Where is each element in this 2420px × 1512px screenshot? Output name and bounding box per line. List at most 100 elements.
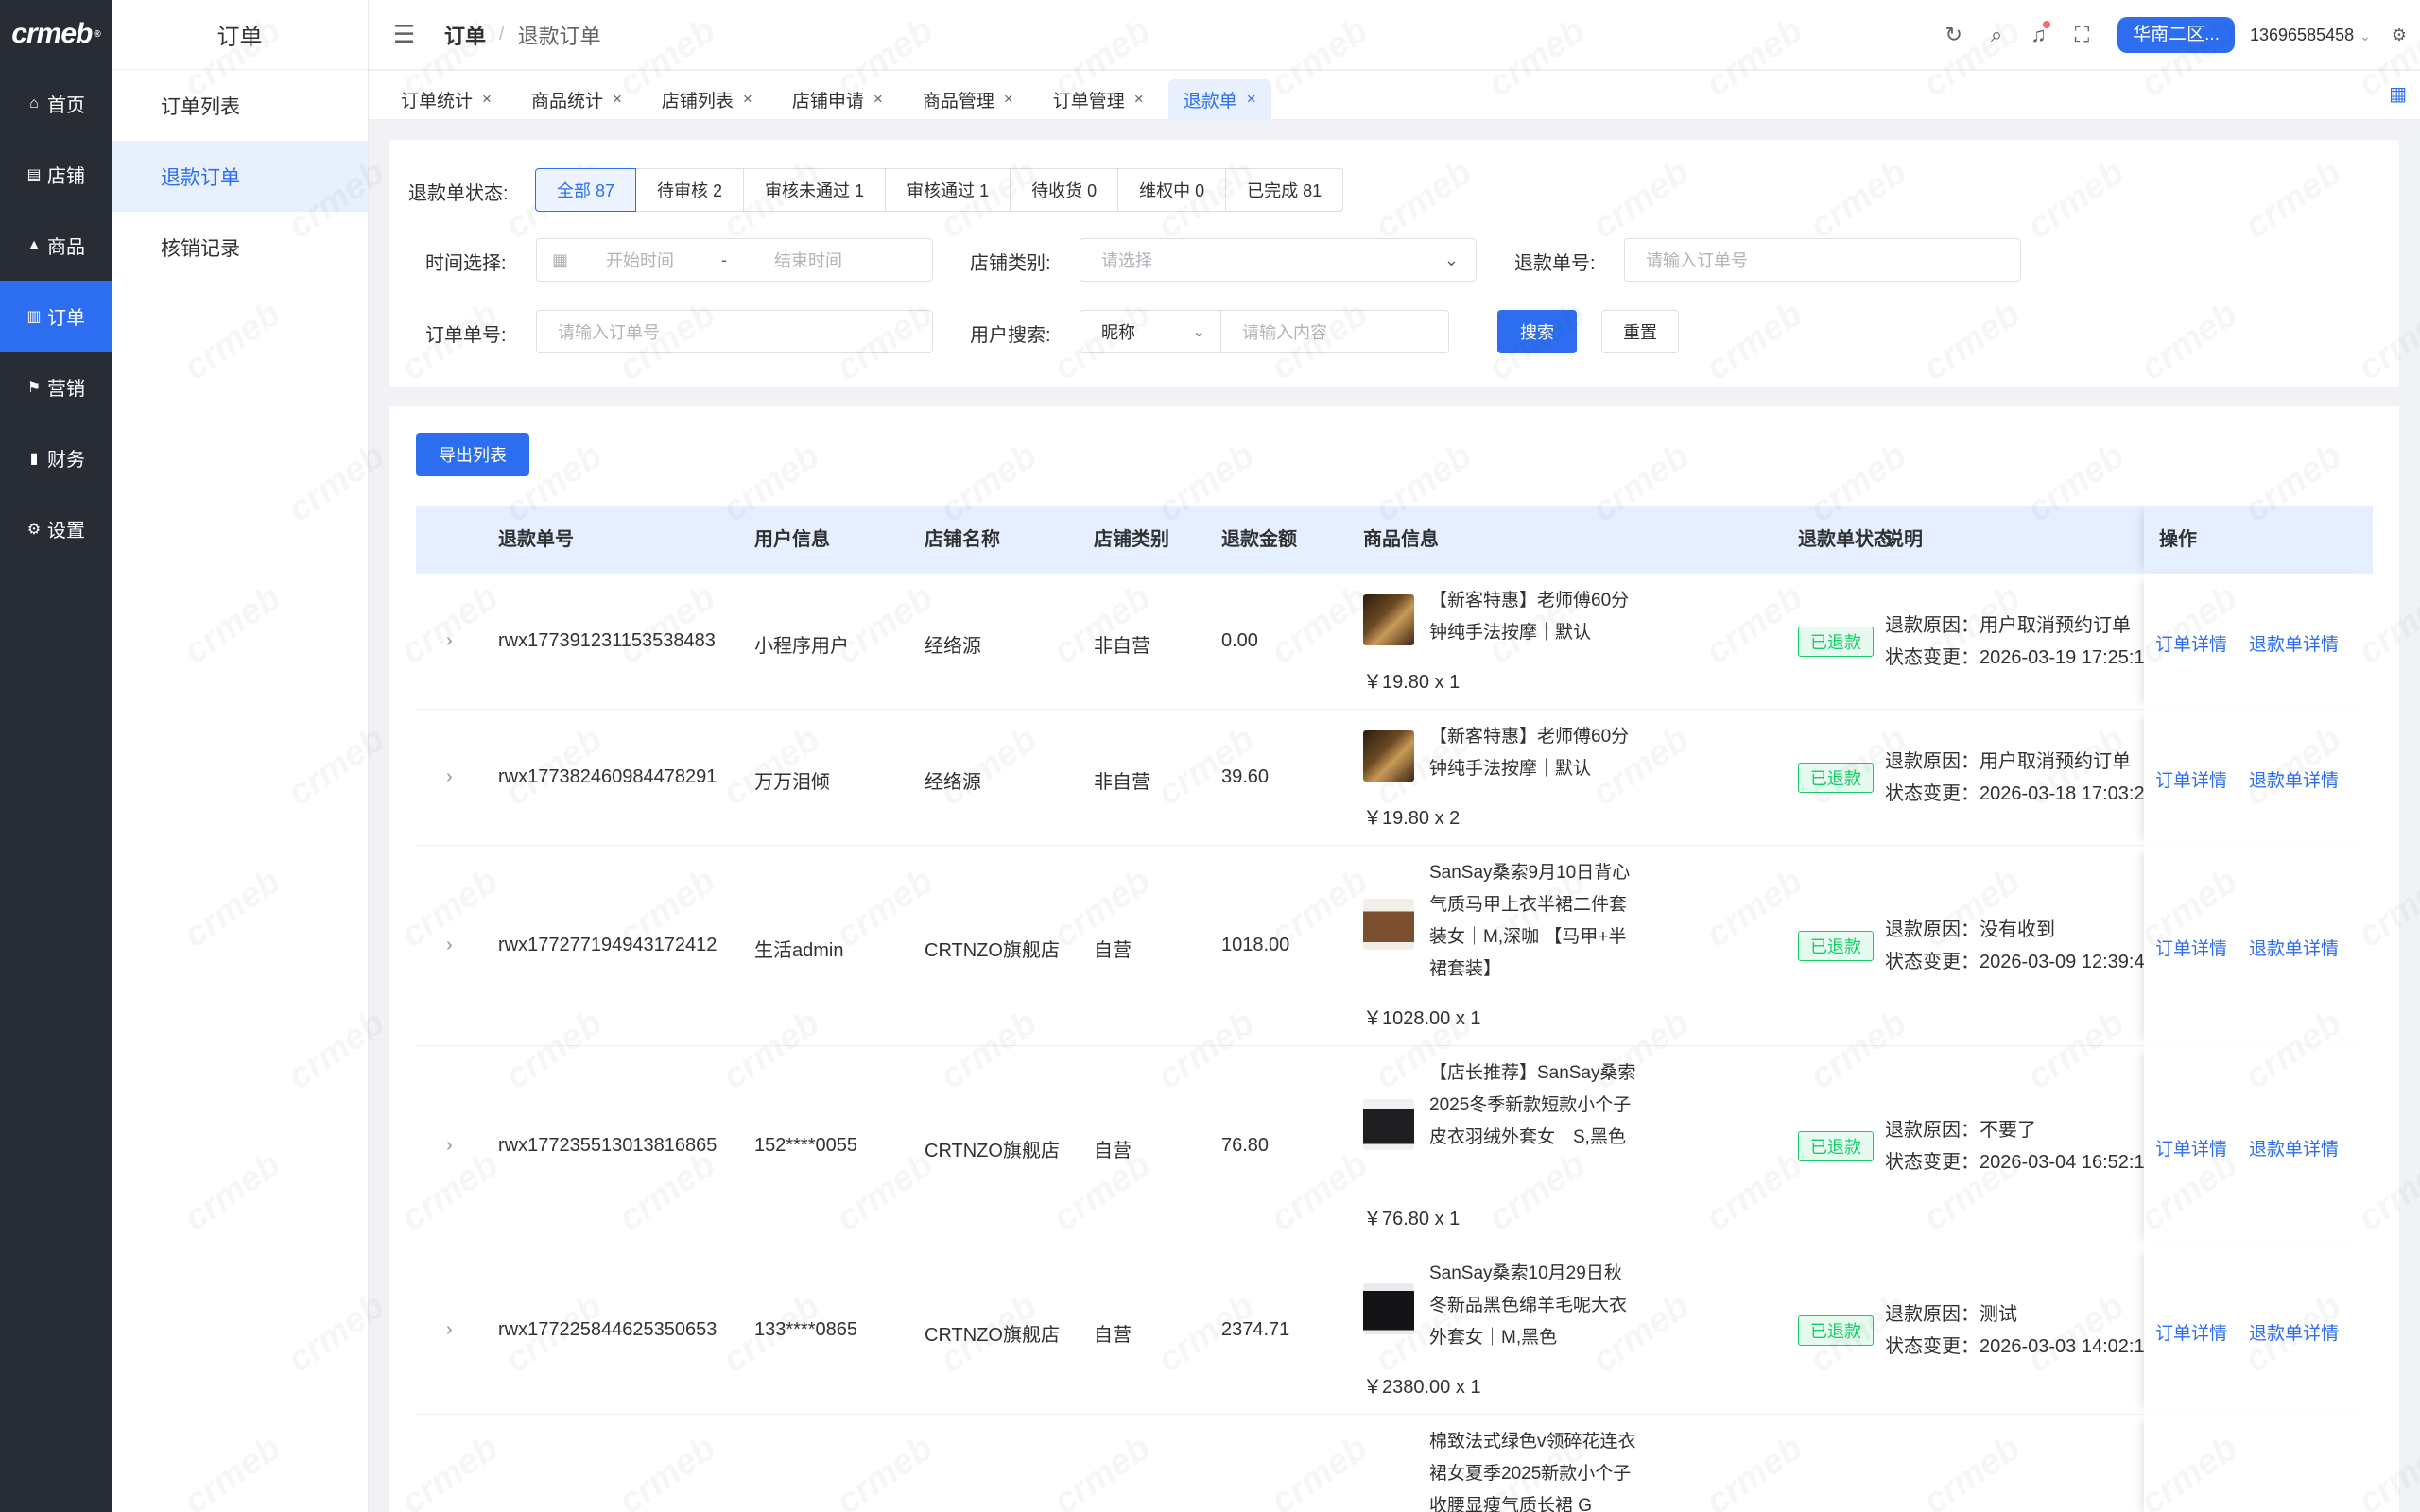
order-detail-link[interactable]: 订单详情 bbox=[2155, 1135, 2227, 1160]
submenu-item-0[interactable]: 订单列表 bbox=[112, 70, 368, 141]
shop-type-placeholder: 请选择 bbox=[1101, 251, 1152, 270]
user-account-menu[interactable]: 13696585458 ⌄ bbox=[2250, 26, 2371, 45]
search-icon[interactable]: ⌕ bbox=[1991, 23, 2002, 47]
close-icon[interactable]: × bbox=[1134, 90, 1144, 109]
shop-type-label: 店铺类别: bbox=[970, 253, 1051, 274]
status-option-6[interactable]: 已完成 81 bbox=[1225, 168, 1344, 212]
user-search-type-select[interactable]: 昵称 ⌄ bbox=[1080, 310, 1221, 353]
status-option-2[interactable]: 审核未通过 1 bbox=[743, 168, 887, 212]
col-ops: 操作 bbox=[2159, 529, 2197, 550]
tab-5[interactable]: 订单管理 × bbox=[1038, 79, 1159, 119]
refund-detail-link[interactable]: 退款单详情 bbox=[2249, 935, 2339, 960]
cell-amount: 1018.00 bbox=[1221, 935, 1290, 955]
region-select-button[interactable]: 华南二区... bbox=[2118, 17, 2235, 53]
sidebar-item-4[interactable]: ⚑ 营销 bbox=[0, 352, 112, 422]
expand-row-icon[interactable]: › bbox=[446, 1319, 453, 1341]
sidebar-item-6[interactable]: ⚙ 设置 bbox=[0, 493, 112, 564]
close-icon[interactable]: × bbox=[743, 90, 752, 109]
col-shop-type: 店铺类别 bbox=[1094, 529, 1169, 550]
col-product: 商品信息 bbox=[1363, 529, 1439, 550]
bell-icon[interactable]: ♫ bbox=[2031, 21, 2050, 47]
shop-type-select[interactable]: 请选择 ⌄ bbox=[1080, 238, 1477, 282]
refund-table-card: 导出列表 退款单号 用户信息 店铺名称 店铺类别 退款金额 商品信息 退款单状态… bbox=[389, 406, 2399, 1512]
close-icon[interactable]: × bbox=[873, 90, 883, 109]
order-detail-link[interactable]: 订单详情 bbox=[2155, 935, 2227, 960]
settings-icon[interactable]: ⚙ bbox=[2392, 26, 2407, 45]
tab-1[interactable]: 商品统计 × bbox=[516, 79, 637, 119]
close-icon[interactable]: × bbox=[482, 90, 492, 109]
status-option-3[interactable]: 审核通过 1 bbox=[885, 168, 1011, 212]
nav-label: 订单 bbox=[47, 308, 85, 329]
status-option-0[interactable]: 全部 87 bbox=[535, 168, 637, 212]
tab-3[interactable]: 店铺申请 × bbox=[777, 79, 898, 119]
product-thumbnail[interactable] bbox=[1363, 730, 1414, 782]
expand-row-icon[interactable]: › bbox=[446, 1135, 453, 1157]
close-icon[interactable]: × bbox=[613, 90, 622, 109]
nav-icon: ▥ bbox=[26, 308, 42, 325]
refund-detail-link[interactable]: 退款单详情 bbox=[2249, 766, 2339, 792]
logo[interactable]: crmeb ® bbox=[0, 0, 112, 68]
search-button[interactable]: 搜索 bbox=[1497, 310, 1577, 353]
tab-label: 订单管理 bbox=[1052, 91, 1125, 112]
cell-amount: 2374.71 bbox=[1221, 1319, 1290, 1340]
close-icon[interactable]: × bbox=[1247, 90, 1256, 109]
product-thumbnail[interactable] bbox=[1363, 899, 1414, 950]
sidebar-item-5[interactable]: ▮ 财务 bbox=[0, 422, 112, 493]
refund-detail-link[interactable]: 退款单详情 bbox=[2249, 630, 2339, 656]
expand-row-icon[interactable]: › bbox=[446, 630, 453, 652]
status-option-4[interactable]: 待收货 0 bbox=[1010, 168, 1119, 212]
expand-row-icon[interactable]: › bbox=[446, 766, 453, 788]
order-detail-link[interactable]: 订单详情 bbox=[2155, 630, 2227, 656]
col-status: 退款单状态 bbox=[1798, 529, 1893, 550]
tab-2[interactable]: 店铺列表 × bbox=[647, 79, 768, 119]
tab-0[interactable]: 订单统计 × bbox=[386, 79, 507, 119]
product-thumbnail[interactable] bbox=[1363, 1099, 1414, 1150]
status-badge: 已退款 bbox=[1798, 627, 1874, 657]
sidebar-item-0[interactable]: ⌂ 首页 bbox=[0, 68, 112, 139]
tab-6[interactable]: 退款单 × bbox=[1167, 79, 1271, 119]
submenu: 订单 订单列表 退款订单 核销记录 bbox=[112, 0, 369, 1512]
status-badge: 已退款 bbox=[1798, 931, 1874, 961]
export-list-button[interactable]: 导出列表 bbox=[416, 433, 529, 476]
breadcrumb-separator: / bbox=[499, 24, 505, 44]
tab-4[interactable]: 商品管理 × bbox=[908, 79, 1028, 119]
sidebar-item-1[interactable]: ▤ 店铺 bbox=[0, 139, 112, 210]
order-detail-link[interactable]: 订单详情 bbox=[2155, 766, 2227, 792]
fullscreen-icon[interactable]: ⛶ bbox=[2075, 23, 2089, 47]
user-search-placeholder: 请输入内容 bbox=[1242, 323, 1327, 342]
refresh-icon[interactable]: ↻ bbox=[1945, 23, 1962, 47]
order-detail-link[interactable]: 订单详情 bbox=[2155, 1319, 2227, 1345]
status-change-time: 状态变更：2026-03-18 17:03:29 bbox=[1885, 783, 2144, 804]
cell-refund-no: rwx177235513013816865 bbox=[498, 1135, 717, 1156]
status-option-5[interactable]: 维权中 0 bbox=[1117, 168, 1227, 212]
sidebar-item-3[interactable]: ▥ 订单 bbox=[0, 281, 112, 352]
close-icon[interactable]: × bbox=[1004, 90, 1013, 109]
refund-no-input[interactable]: 请输入订单号 bbox=[1624, 238, 2021, 282]
nav-icon: ▤ bbox=[26, 166, 42, 183]
grid-icon[interactable]: ▦ bbox=[2389, 82, 2407, 106]
expand-row-icon[interactable]: › bbox=[446, 935, 453, 956]
refund-detail-link[interactable]: 退款单详情 bbox=[2249, 1319, 2339, 1345]
status-option-1[interactable]: 待审核 2 bbox=[635, 168, 745, 212]
order-no-input[interactable]: 请输入订单号 bbox=[536, 310, 933, 353]
ops-cell: 订单详情 退款单详情 bbox=[2144, 574, 2373, 710]
user-search-input[interactable]: 请输入内容 bbox=[1220, 310, 1449, 353]
nav-label: 店铺 bbox=[47, 166, 85, 187]
product-thumbnail[interactable] bbox=[1363, 594, 1414, 645]
sidebar-item-2[interactable]: ▲ 商品 bbox=[0, 210, 112, 281]
submenu-item-1[interactable]: 退款订单 bbox=[112, 141, 368, 212]
cell-product-price: ￥19.80 x 2 bbox=[1363, 808, 1461, 829]
product-thumbnail[interactable] bbox=[1363, 1283, 1414, 1334]
reset-button[interactable]: 重置 bbox=[1601, 310, 1679, 353]
cell-note: 退款原因：测试 状态变更：2026-03-03 14:02:18 bbox=[1885, 1298, 2144, 1363]
submenu-item-2[interactable]: 核销记录 bbox=[112, 212, 368, 283]
refund-table: 退款单号 用户信息 店铺名称 店铺类别 退款金额 商品信息 退款单状态 说明 操… bbox=[416, 506, 2373, 1512]
cell-amount: 0.00 bbox=[1221, 630, 1258, 651]
cell-user: 小程序用户 bbox=[754, 636, 849, 657]
menu-toggle-icon[interactable]: ☰ bbox=[393, 20, 422, 49]
refund-reason: 退款原因：不要了 bbox=[1885, 1120, 2036, 1141]
refund-detail-link[interactable]: 退款单详情 bbox=[2249, 1135, 2339, 1160]
breadcrumb-parent[interactable]: 订单 bbox=[444, 20, 486, 50]
time-filter-label: 时间选择: bbox=[425, 253, 507, 274]
date-range-picker[interactable]: ▦ 开始时间 - 结束时间 bbox=[536, 238, 933, 282]
